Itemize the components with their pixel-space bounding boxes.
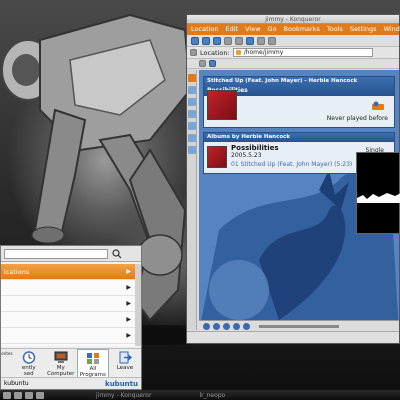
extra-toolbar (187, 59, 399, 69)
search-bar (1, 246, 141, 262)
menubar: Location Edit View Go Bookmarks Tools Se… (187, 24, 400, 35)
album-thumbnail[interactable] (207, 146, 227, 168)
image-viewer-window[interactable] (356, 152, 400, 234)
album-date: 2005.5.23 (231, 152, 262, 159)
menu-go[interactable]: Go (268, 24, 277, 35)
location-label: Location: (200, 48, 230, 57)
grid-icon (86, 353, 99, 364)
terminal-icon[interactable] (209, 60, 216, 67)
image-content (357, 193, 400, 203)
sidebar-toggle-icon[interactable] (199, 60, 206, 67)
list-item[interactable]: ▶ (1, 312, 137, 328)
menu-bookmarks[interactable]: Bookmarks (284, 24, 320, 35)
browser-icon[interactable] (25, 391, 33, 399)
sidebar-tab-bookmarks[interactable] (188, 86, 196, 94)
track-item[interactable]: 01 Stitched Up (Feat. John Mayer) (5:23) (231, 161, 352, 168)
menu-location[interactable]: Location (191, 24, 219, 35)
kickoff-footer: kubuntu kubuntu (1, 377, 141, 389)
list-item-applications[interactable]: ications ▶ (1, 264, 137, 280)
user-name: kubuntu (4, 380, 29, 387)
kubuntu-logo: kubuntu (105, 379, 138, 388)
menu-edit[interactable]: Edit (226, 24, 239, 35)
tab-label: Leave (116, 365, 134, 371)
menu-tools[interactable]: Tools (327, 24, 343, 35)
location-input[interactable]: /home/jimmy (232, 48, 373, 57)
chevron-right-icon: ▶ (126, 268, 131, 275)
sidebar-tab-root[interactable] (188, 134, 196, 142)
desktop-icon[interactable] (14, 391, 22, 399)
clock-icon (22, 351, 36, 364)
taskbar-item-other[interactable]: lr_neopo (199, 392, 225, 399)
clear-location-icon[interactable] (190, 49, 197, 56)
sidebar-tab-network[interactable] (188, 122, 196, 130)
now-playing-title: Stitched Up (Feat. John Mayer) - Herbie … (207, 78, 358, 84)
tab-label: ently sed (21, 365, 36, 377)
rating-icon (372, 101, 384, 110)
sidebar-tab-music[interactable] (188, 74, 196, 82)
menu-settings[interactable]: Settings (350, 24, 377, 35)
stop-icon[interactable] (233, 323, 240, 330)
location-bar: Location: /home/jimmy (187, 47, 399, 59)
forward-icon[interactable] (202, 36, 210, 45)
list-item[interactable]: ▶ (1, 280, 137, 296)
kickoff-tabs: orites ently sed My Computer All Program… (1, 348, 141, 379)
sidebar-tab-services[interactable] (188, 146, 196, 154)
tab-all-programs[interactable]: All Programs (76, 349, 110, 379)
status-bar (187, 331, 399, 343)
play-count-text: Never played before (326, 115, 388, 122)
list-item[interactable]: ▶ (1, 296, 137, 312)
tab-label: orites (1, 351, 13, 356)
search-input[interactable] (4, 248, 108, 259)
album-title[interactable]: Possibilities (231, 144, 279, 152)
tab-my-computer[interactable]: My Computer (45, 349, 77, 379)
leave-icon (119, 351, 132, 364)
scrollbar[interactable] (135, 264, 141, 346)
menu-window[interactable]: Window (384, 24, 400, 35)
zoom-in-icon[interactable] (257, 36, 265, 45)
next-icon[interactable] (243, 323, 250, 330)
reload-icon[interactable] (224, 36, 232, 45)
album-cover[interactable] (207, 90, 237, 120)
now-playing-panel: Stitched Up (Feat. John Mayer) - Herbie … (203, 76, 395, 128)
seek-slider[interactable] (259, 325, 339, 328)
chevron-right-icon: ▶ (126, 316, 131, 323)
tab-label: My Computer (47, 365, 75, 377)
play-icon[interactable] (213, 323, 220, 330)
back-icon[interactable] (191, 36, 199, 45)
folder-icon[interactable] (36, 391, 44, 399)
home-icon[interactable] (246, 36, 254, 45)
tab-recently-used[interactable]: ently sed (13, 349, 45, 379)
kickoff-menu: ications ▶ ▶ ▶ ▶ ▶ orites ently sed My C… (0, 245, 142, 390)
taskbar: jimmy - Konqueror lr_neopo (0, 390, 400, 400)
kmenu-icon[interactable] (3, 391, 11, 399)
list-item-label: ications (4, 268, 30, 276)
sidebar-tab-history[interactable] (188, 98, 196, 106)
taskbar-item-konqueror[interactable]: jimmy - Konqueror (96, 392, 151, 399)
previous-icon[interactable] (203, 323, 210, 330)
albums-header: Albums by Herbie Hancock (204, 133, 394, 142)
sidebar-tab-home[interactable] (188, 110, 196, 118)
zoom-out-icon[interactable] (268, 36, 276, 45)
sidebar-tabs (187, 70, 197, 330)
category-list: ications ▶ ▶ ▶ ▶ ▶ (1, 264, 137, 346)
pause-icon[interactable] (223, 323, 230, 330)
search-icon[interactable] (111, 248, 123, 259)
chevron-right-icon: ▶ (126, 332, 131, 339)
tab-favorites[interactable]: orites (1, 349, 13, 379)
up-icon[interactable] (213, 36, 221, 45)
window-title[interactable]: jimmy - Konqueror (187, 15, 399, 24)
menu-view[interactable]: View (245, 24, 260, 35)
main-toolbar (187, 35, 399, 47)
list-item[interactable]: ▶ (1, 328, 137, 344)
stop-icon[interactable] (235, 36, 243, 45)
chevron-right-icon: ▶ (126, 284, 131, 291)
computer-icon (54, 351, 68, 363)
chevron-right-icon: ▶ (126, 300, 131, 307)
tab-leave[interactable]: Leave (109, 349, 141, 379)
